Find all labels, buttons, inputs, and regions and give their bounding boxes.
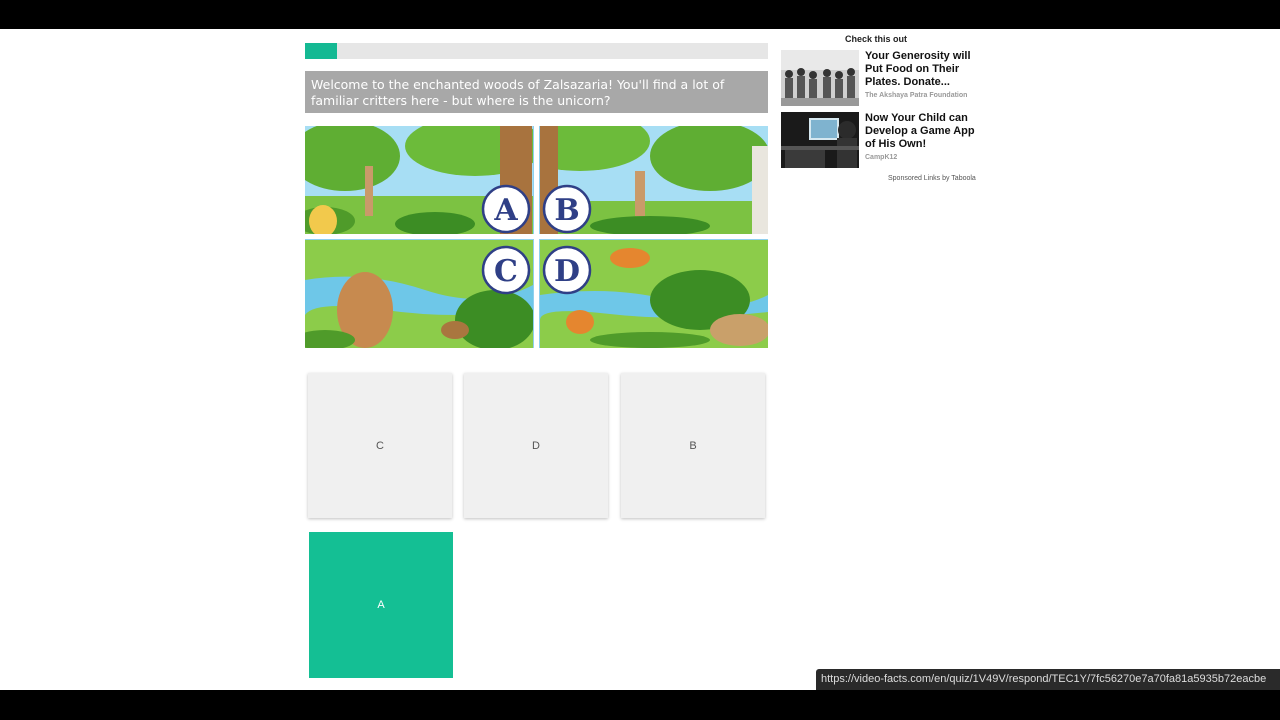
answer-label: A [377, 599, 385, 611]
ad-title[interactable]: Your Generosity will Put Food on Their P… [865, 50, 980, 89]
badge-d: D [542, 245, 592, 295]
answer-button-b[interactable]: B [621, 373, 765, 518]
answer-label: C [376, 439, 384, 452]
badge-a-label: A [493, 193, 518, 228]
quiz-page: Welcome to the enchanted woods of Zalsaz… [0, 29, 1280, 690]
sponsored-heading: Check this out [845, 34, 908, 44]
progress-fill [305, 43, 338, 59]
question-text: Welcome to the enchanted woods of Zalsaz… [305, 71, 768, 113]
progress-bar [305, 43, 768, 59]
ad-thumbnail[interactable] [781, 112, 859, 168]
ad-item[interactable]: Now Your Child can Develop a Game App of… [781, 112, 981, 168]
answer-label: B [689, 439, 697, 452]
taboola-credit[interactable]: Sponsored Links by Taboola [888, 175, 976, 182]
forest-scene-image: A B C D [305, 126, 768, 348]
badge-a: A [481, 184, 531, 234]
answer-label: D [532, 439, 540, 452]
answer-button-d[interactable]: D [464, 373, 608, 518]
badge-d-label: D [554, 254, 580, 289]
answer-button-a[interactable]: A [309, 532, 453, 678]
ad-source: The Akshaya Patra Foundation [865, 92, 968, 99]
status-bar-url: https://video-facts.com/en/quiz/1V49V/re… [816, 669, 1280, 690]
badge-b: B [542, 184, 592, 234]
badge-c: C [481, 245, 531, 295]
ad-title[interactable]: Now Your Child can Develop a Game App of… [865, 112, 980, 151]
ad-thumbnail[interactable] [781, 50, 859, 106]
badge-c-label: C [494, 254, 518, 289]
ad-source: CampK12 [865, 154, 898, 161]
answer-button-c[interactable]: C [308, 373, 452, 518]
ad-item[interactable]: Your Generosity will Put Food on Their P… [781, 50, 981, 106]
badge-b-label: B [554, 193, 579, 228]
